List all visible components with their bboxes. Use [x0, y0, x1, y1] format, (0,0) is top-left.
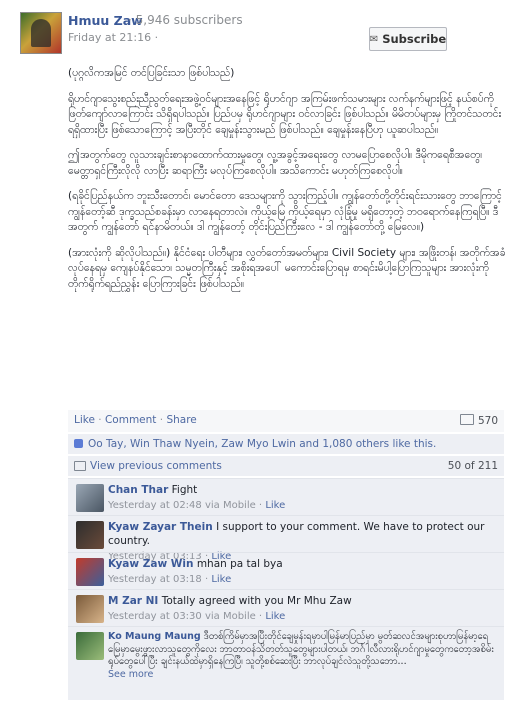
- comment-body: M Zar NI Totally agreed with you Mr Mhu …: [108, 594, 496, 624]
- comment-item: Kyaw Zayar Thein I support to your comme…: [68, 515, 504, 562]
- rss-icon: ✉: [369, 33, 379, 45]
- commenter-avatar[interactable]: [76, 632, 104, 660]
- subscribe-button[interactable]: ✉ Subscribe: [369, 27, 447, 51]
- comment-count: 50 of 211: [447, 460, 498, 472]
- commenter-name[interactable]: Kyaw Zaw Win: [108, 558, 193, 570]
- commenter-name[interactable]: Kyaw Zayar Thein: [108, 521, 213, 533]
- commenter-name[interactable]: Chan Thar: [108, 484, 168, 496]
- comment-like-link[interactable]: Like: [265, 500, 285, 511]
- comment-item: M Zar NI Totally agreed with you Mr Mhu …: [68, 589, 504, 626]
- share-count[interactable]: 570: [459, 414, 498, 427]
- post-paragraph-2: ရိုဟင်ဂျာသွေးစည်းညီညွတ်ရေးအဖွဲ့ဝင်များအန…: [68, 92, 502, 136]
- comment-item: Chan Thar Fight Yesterday at 02:48 via M…: [68, 478, 504, 515]
- comment-time: Yesterday at 03:18 ·: [108, 574, 209, 585]
- likes-text[interactable]: Oo Tay, Win Thaw Nyein, Zaw Myo Lwin and…: [88, 438, 436, 450]
- post-header: Hmuu Zaw · 5,946 subscribers Friday at 2…: [0, 0, 526, 62]
- comment-body: Kyaw Zaw Win mhan pa tal bya Yesterday a…: [108, 557, 496, 587]
- separator: ·: [98, 414, 102, 426]
- comment-meta: Yesterday at 03:18 · Like: [108, 573, 496, 587]
- comments-list: Chan Thar Fight Yesterday at 02:48 via M…: [68, 478, 504, 700]
- commenter-avatar[interactable]: [76, 521, 104, 549]
- commenter-avatar[interactable]: [76, 595, 104, 623]
- post-paragraph-1: (ပုဂ္ဂလိကအမြင် တင်ပြခြင်းသာ ဖြစ်ပါသည်): [68, 67, 235, 79]
- commenter-avatar[interactable]: [76, 484, 104, 512]
- thumbs-up-icon: [74, 439, 83, 448]
- post-body: (ပုဂ္ဂလိကအမြင် တင်ပြခြင်းသာ ဖြစ်ပါသည်) ရ…: [68, 66, 508, 302]
- post-paragraph-5: (အားလုံးကို ဆိုလိုပါသည်။) နိုင်ငံရေး ပါတ…: [68, 246, 506, 290]
- post-actions-bar: Like · Comment · Share 570: [68, 410, 504, 432]
- like-link[interactable]: Like: [74, 414, 95, 426]
- action-links: Like · Comment · Share: [74, 414, 197, 426]
- comment-text: Fight: [171, 484, 198, 496]
- comment-like-link[interactable]: Like: [265, 611, 285, 622]
- share-count-value: 570: [477, 415, 498, 427]
- commenter-name[interactable]: M Zar NI: [108, 595, 158, 607]
- comment-item: Ko Maung Maung ဒီတစ်ကြိမ်မှာအပြီးတိုင်ချ…: [68, 626, 504, 701]
- comment-meta: Yesterday at 02:48 via Mobile · Like: [108, 499, 496, 513]
- view-previous-label[interactable]: View previous comments: [90, 460, 222, 472]
- comment-time: Yesterday at 02:48 via Mobile ·: [108, 500, 263, 511]
- share-link[interactable]: Share: [166, 414, 196, 426]
- avatar-figure: [31, 19, 51, 47]
- comment-time: Yesterday at 03:30 via Mobile ·: [108, 611, 263, 622]
- comment-like-link[interactable]: Like: [211, 574, 231, 585]
- see-more-link[interactable]: See more: [108, 669, 496, 682]
- post-paragraph-3: ဤအတွက်တွေ လူသားချင်းစာနာထောက်ထားမှုတွေ၊ …: [68, 149, 483, 177]
- page-avatar[interactable]: [20, 12, 62, 54]
- post-paragraph-4: (ရခိုင်ပြည်နယ်က ဘူးသီးတောင်၊ မောင်တော ဒေ…: [68, 190, 502, 233]
- comment-body: Chan Thar Fight Yesterday at 02:48 via M…: [108, 483, 496, 513]
- comment-text: mhan pa tal bya: [196, 558, 283, 570]
- separator: ·: [159, 414, 164, 426]
- comment-item: Kyaw Zaw Win mhan pa tal bya Yesterday a…: [68, 552, 504, 589]
- post-timestamp[interactable]: Friday at 21:16 ·: [68, 31, 158, 44]
- subscriber-count: · 5,946 subscribers: [128, 13, 243, 27]
- commenter-avatar[interactable]: [76, 558, 104, 586]
- share-icon: [459, 414, 474, 425]
- comment-body: Ko Maung Maung ဒီတစ်ကြိမ်မှာအပြီးတိုင်ချ…: [108, 631, 496, 681]
- view-previous-comments[interactable]: View previous comments 50 of 211: [68, 456, 504, 476]
- commenter-name[interactable]: Ko Maung Maung: [108, 631, 201, 642]
- comment-text: Totally agreed with you Mr Mhu Zaw: [161, 595, 352, 607]
- comment-link[interactable]: Comment: [105, 414, 156, 426]
- comment-meta: Yesterday at 03:30 via Mobile · Like: [108, 610, 496, 624]
- likes-summary: Oo Tay, Win Thaw Nyein, Zaw Myo Lwin and…: [68, 434, 504, 455]
- subscribe-label: Subscribe: [382, 32, 447, 46]
- comment-icon: [74, 461, 86, 471]
